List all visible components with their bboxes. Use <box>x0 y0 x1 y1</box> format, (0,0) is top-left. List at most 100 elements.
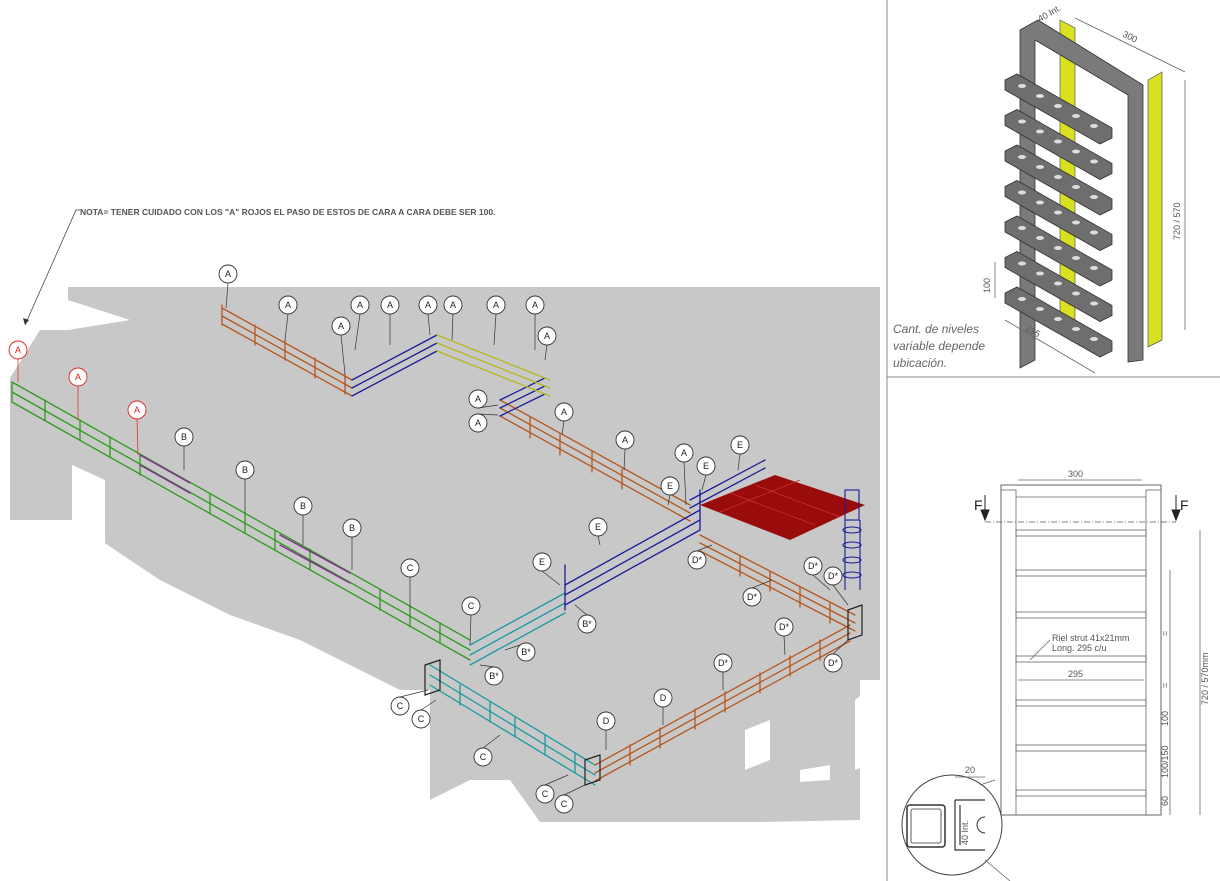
balloon-label: A <box>532 300 538 310</box>
rail-note-line-1: Riel strut 41x21mm <box>1052 633 1130 643</box>
iso-shelf-slot <box>1054 104 1062 108</box>
balloon-label: A <box>493 300 499 310</box>
iso-shelf-slot <box>1072 256 1080 260</box>
balloon-label: A <box>75 372 81 382</box>
balloon-label: A <box>681 448 687 458</box>
iso-shelf-slot <box>1072 327 1080 331</box>
isometric-layout: NOTA= TENER CUIDADO CON LOS "A" ROJOS EL… <box>8 207 880 822</box>
iso-shelf-slot <box>1018 226 1026 230</box>
front-shelf-rail <box>1015 529 1147 537</box>
front-dim-60: 60 <box>1160 796 1170 806</box>
iso-shelf-slot <box>1054 175 1062 179</box>
balloon-label: A <box>450 300 456 310</box>
section-label-right: F <box>1180 497 1189 513</box>
balloon-label: D* <box>692 555 702 565</box>
balloon-label: B <box>181 432 187 442</box>
note-text: NOTA= TENER CUIDADO CON LOS "A" ROJOS EL… <box>80 207 495 217</box>
iso-shelf-slot <box>1018 84 1026 88</box>
iso-shelf-slot <box>1018 261 1026 266</box>
balloon-label: A <box>544 331 550 341</box>
iso-shelf-slot <box>1036 200 1044 205</box>
iso-shelf-slot <box>1018 297 1026 301</box>
iso-shelf-slot <box>1036 165 1044 169</box>
balloon-label: B <box>300 501 306 511</box>
iso-shelf-slot <box>1018 119 1026 124</box>
detail-dim-40-int: 40 Int. <box>960 820 970 845</box>
balloon-label: D* <box>808 561 818 571</box>
iso-shelf-slot <box>1054 317 1062 321</box>
balloon-label: A <box>475 418 481 428</box>
note-arrow <box>23 318 29 325</box>
iso-shelf-slot <box>1072 220 1080 225</box>
balloon-label: B* <box>521 647 531 657</box>
balloon-label: E <box>667 481 673 491</box>
balloon-label: A <box>475 394 481 404</box>
iso-shelf-slot <box>1036 271 1044 276</box>
iso-shelf-slot <box>1090 124 1098 128</box>
section-arrow-right <box>1171 495 1181 522</box>
front-shelf-rail <box>1015 611 1147 619</box>
iso-shelf-slot <box>1054 139 1062 144</box>
iso-shelf-slot <box>1054 246 1062 250</box>
front-shelf-rail <box>1015 569 1147 577</box>
front-shelf-rail <box>1015 699 1147 707</box>
balloon-label: C <box>407 563 414 573</box>
iso-dim-inner: 40 Int. <box>1036 3 1063 24</box>
iso-caption-line-3: ubicación. <box>893 356 947 370</box>
iso-caption-line-1: Cant. de niveles <box>893 322 979 336</box>
balloon-label: D* <box>779 622 789 632</box>
balloon-label: C <box>561 799 568 809</box>
iso-shelf-slot <box>1036 94 1044 98</box>
balloon-label: D* <box>747 592 757 602</box>
balloon-label: A <box>134 405 140 415</box>
balloon-label: A <box>285 300 291 310</box>
balloon-label: D* <box>828 658 838 668</box>
front-dim-eq-2: = <box>1160 683 1170 688</box>
iso-shelf-slot <box>1090 337 1098 341</box>
balloon-label: B <box>242 465 248 475</box>
front-top-bar <box>1001 484 1161 498</box>
balloon-label: A <box>425 300 431 310</box>
iso-shelf-slot <box>1018 155 1026 159</box>
iso-shelf-slot <box>1054 281 1062 286</box>
balloon-label: E <box>539 557 545 567</box>
balloon-label: B <box>349 523 355 533</box>
front-dim-295: 295 <box>1068 669 1083 679</box>
balloon-label: C <box>480 752 487 762</box>
balloon-leader <box>399 689 429 698</box>
balloon-label: A <box>15 345 21 355</box>
yellow-strut-right <box>1147 71 1163 348</box>
iso-shelf-slot <box>1090 195 1098 199</box>
iso-shelf-slot <box>1036 307 1044 311</box>
balloon-label: D <box>603 716 610 726</box>
balloon-label: C <box>468 601 475 611</box>
iso-shelf-slot <box>1018 190 1026 195</box>
balloon-label: A <box>225 269 231 279</box>
front-dim-top: 300 <box>1068 469 1083 479</box>
front-dim-100-150: 100/150 <box>1160 745 1170 778</box>
front-detail-panel: 300 F F Riel strut 41x21mm Long. 295 c/u… <box>901 469 1210 881</box>
front-dim-height: 720 / 570mm <box>1200 652 1210 705</box>
iso-dim-step: 100 <box>982 278 992 293</box>
balloon-label: B* <box>489 671 499 681</box>
front-post-right <box>1145 489 1162 816</box>
iso-caption-line-2: variable depende <box>893 339 985 353</box>
rail-note-line-2: Long. 295 c/u <box>1052 643 1107 653</box>
balloon-label: C <box>542 789 549 799</box>
iso-shelf-slot <box>1072 291 1080 296</box>
iso-shelf-slot <box>1036 129 1044 134</box>
balloon-label: A <box>622 435 628 445</box>
balloon-label: B* <box>582 619 592 629</box>
iso-shelf-slot <box>1072 149 1080 154</box>
iso-shelf-slot <box>1072 185 1080 189</box>
front-dim-100: 100 <box>1160 711 1170 726</box>
front-shelf-rail <box>1015 655 1147 663</box>
balloon-label: E <box>703 461 709 471</box>
balloon-label: E <box>737 440 743 450</box>
balloon-label: D* <box>718 658 728 668</box>
front-shelves <box>1015 529 1147 797</box>
detail-circle <box>901 774 1003 876</box>
iso-shelf-slot <box>1090 301 1098 306</box>
rail-note-leader <box>1029 639 1051 661</box>
balloon-label: D <box>660 693 667 703</box>
